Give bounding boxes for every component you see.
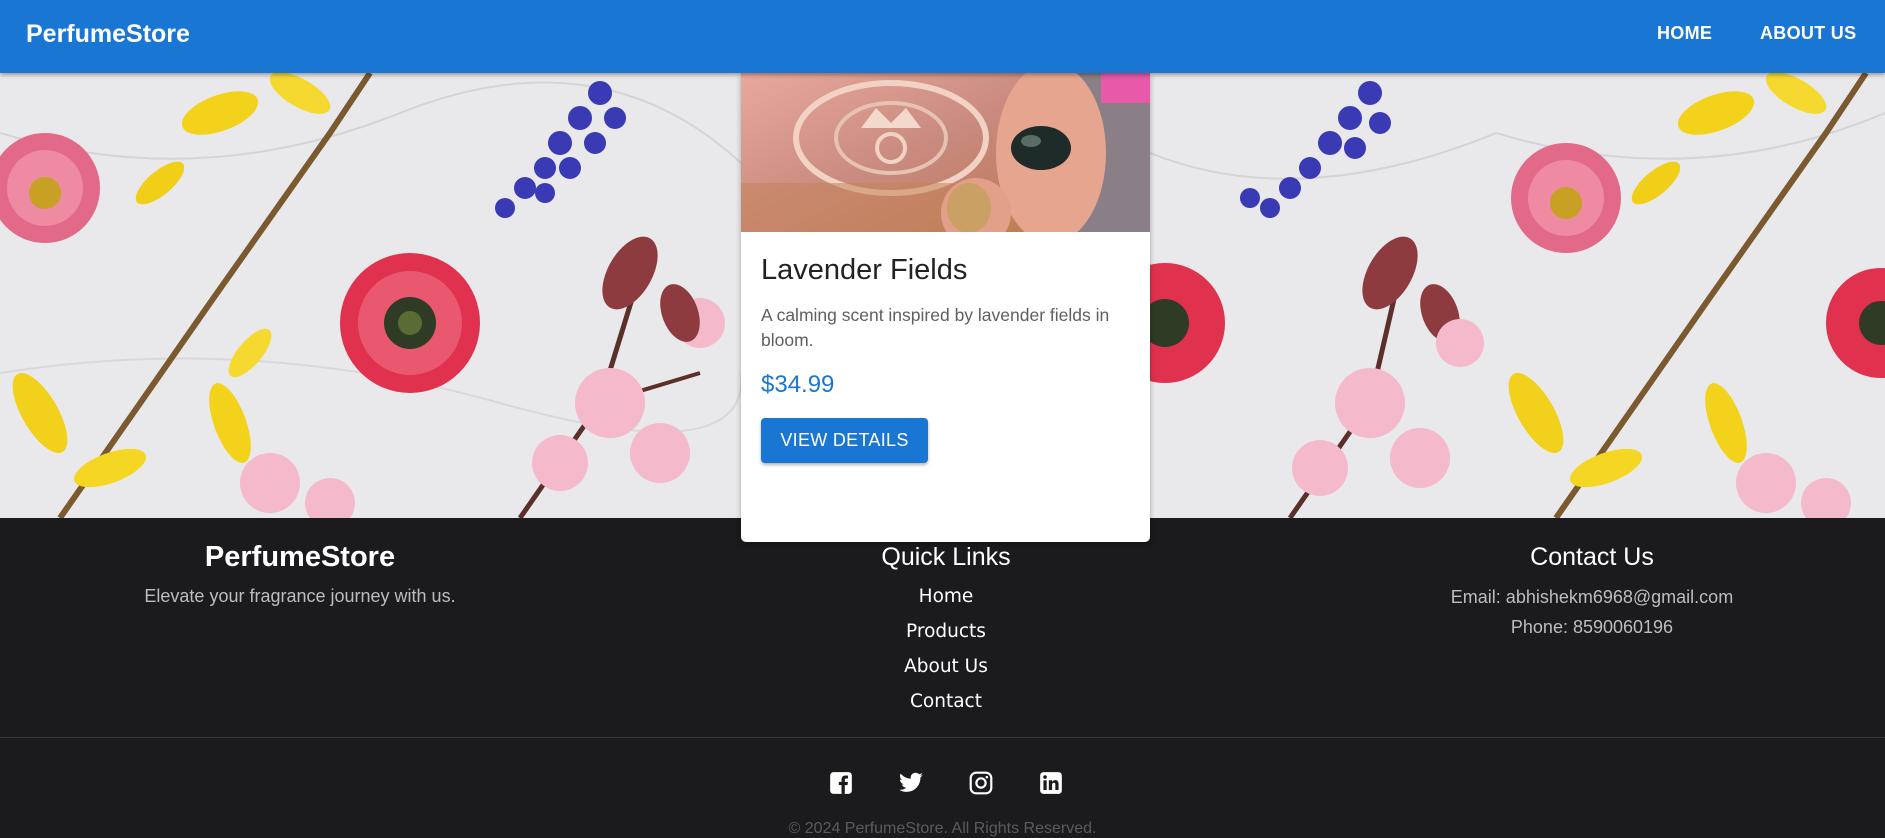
quick-links-heading: Quick Links — [881, 543, 1011, 571]
product-price: $34.99 — [761, 371, 835, 398]
product-card[interactable]: Lavender Fields A calming scent inspired… — [741, 73, 1150, 542]
quick-link-products[interactable]: Products — [796, 614, 1096, 649]
product-title: Lavender Fields — [761, 254, 968, 286]
floral-background-image — [1496, 73, 1885, 518]
nav-link-about-us[interactable]: ABOUT US — [1760, 23, 1856, 44]
footer-divider — [0, 737, 1885, 738]
twitter-icon[interactable] — [898, 770, 924, 796]
copyright-text: © 2024 PerfumeStore. All Rights Reserved… — [788, 820, 1097, 837]
quick-link-home[interactable]: Home — [796, 579, 1096, 614]
nav-link-home[interactable]: HOME — [1657, 23, 1712, 44]
contact-email: Email: abhishekm6968@gmail.com — [1450, 587, 1734, 607]
floral-background-image — [1150, 73, 1496, 518]
contact-heading: Contact Us — [1530, 543, 1654, 571]
product-description: A calming scent inspired by lavender fie… — [761, 305, 1110, 350]
contact-column: Contact Us Email: abhishekm6968@gmail.co… — [1392, 518, 1792, 642]
contact-phone: Phone: 8590060196 — [1510, 617, 1674, 637]
linkedin-icon[interactable] — [1038, 770, 1064, 796]
view-details-button[interactable]: VIEW DETAILS — [761, 418, 928, 463]
product-image — [741, 73, 1150, 232]
footer: PerfumeStore Elevate your fragrance jour… — [0, 518, 1885, 837]
instagram-icon[interactable] — [968, 770, 994, 796]
footer-tagline: Elevate your fragrance journey with us. — [144, 586, 456, 606]
footer-brand: PerfumeStore — [204, 541, 396, 573]
quick-link-contact[interactable]: Contact — [796, 684, 1096, 719]
footer-brand-column: PerfumeStore Elevate your fragrance jour… — [100, 518, 500, 607]
contact-details: Email: abhishekm6968@gmail.com Phone: 85… — [1392, 582, 1792, 642]
navbar: PerfumeStore HOME ABOUT US — [0, 0, 1885, 73]
quick-links-column: Quick Links Home Products About Us Conta… — [796, 518, 1096, 719]
floral-background-image — [0, 73, 741, 518]
quick-link-about-us[interactable]: About Us — [796, 649, 1096, 684]
facebook-icon[interactable] — [828, 770, 854, 796]
quick-links-list: Home Products About Us Contact — [796, 579, 1096, 719]
brand-logo[interactable]: PerfumeStore — [26, 20, 190, 49]
